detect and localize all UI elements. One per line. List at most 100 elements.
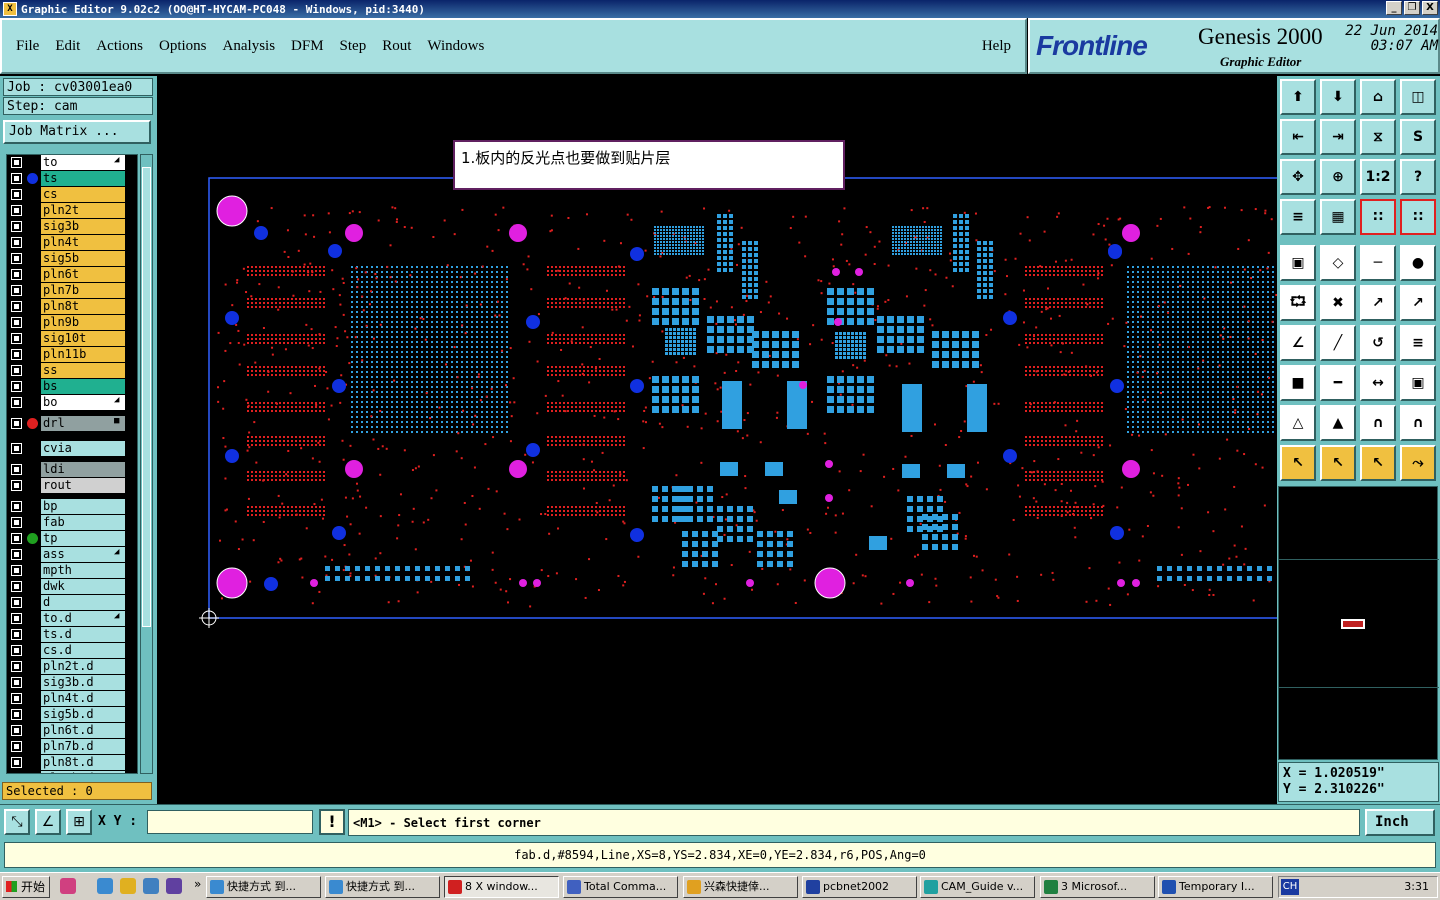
pointer-icon[interactable]: ↖ (1280, 445, 1316, 481)
copy-pad-icon[interactable]: ▣ (1400, 365, 1436, 401)
layer-row-pln9b[interactable]: pln9b (7, 315, 137, 330)
layer-checkbox[interactable] (11, 269, 22, 280)
layer-checkbox[interactable] (11, 237, 22, 248)
pad-add-icon[interactable]: ■ (1280, 365, 1316, 401)
layer-row-pln7b[interactable]: pln7b (7, 283, 137, 298)
center-icon[interactable]: ⊕ (1320, 159, 1356, 195)
layer-name[interactable]: pln7b (41, 283, 125, 298)
netlist-icon[interactable]: ∷ (1360, 199, 1396, 235)
layer-row-ldi[interactable]: ldi (7, 462, 137, 477)
triangle-fill-icon[interactable]: ▲ (1320, 405, 1356, 441)
layer-checkbox[interactable] (11, 443, 22, 454)
home-icon[interactable]: ⌂ (1360, 79, 1396, 115)
layer-name[interactable]: sig3b (41, 219, 125, 234)
layer-name[interactable]: ldi (41, 462, 125, 477)
layer-name[interactable]: sig3b.d (41, 675, 125, 690)
layer-checkbox[interactable] (11, 533, 22, 544)
start-button[interactable]: 开始 (2, 876, 50, 898)
layer-row-ts[interactable]: ts (7, 171, 137, 186)
layer-row-bp[interactable]: bp (7, 499, 137, 514)
layer-row-mpth[interactable]: mpth (7, 563, 137, 578)
mirror-icon[interactable]: ⧖ (1360, 119, 1396, 155)
taskbar-item[interactable]: 快捷方式 到... (325, 876, 440, 898)
maximize-button[interactable]: ❐ (1404, 1, 1420, 15)
menu-edit[interactable]: Edit (55, 38, 80, 55)
menu-windows[interactable]: Windows (427, 38, 484, 55)
layer-row-tp[interactable]: tp (7, 531, 137, 546)
layer-checkbox[interactable] (11, 741, 22, 752)
layer-checkbox[interactable] (11, 549, 22, 560)
layer-name[interactable]: fab (41, 515, 125, 530)
layer-checkbox[interactable] (11, 418, 22, 429)
layer-name[interactable]: cs.d (41, 643, 125, 658)
layer-row-bs[interactable]: bs (7, 379, 137, 394)
layer-checkbox[interactable] (11, 317, 22, 328)
layer-checkbox[interactable] (11, 333, 22, 344)
layer-row-ts-d[interactable]: ts.d (7, 627, 137, 642)
layer-checkbox[interactable] (11, 677, 22, 688)
window-split-icon[interactable]: ◫ (1400, 79, 1436, 115)
angle-icon[interactable]: ∠ (1280, 325, 1316, 361)
layer-name[interactable]: tp (41, 531, 125, 546)
taskbar-item[interactable]: 8 X window... (444, 876, 559, 898)
layer-checkbox[interactable] (11, 365, 22, 376)
layer-name[interactable]: sig5b (41, 251, 125, 266)
x-icon[interactable] (166, 878, 182, 894)
taskbar-item[interactable]: 快捷方式 到... (206, 876, 321, 898)
layer-name[interactable]: ass (41, 547, 125, 562)
taskbar-item[interactable]: 兴森快捷倖... (683, 876, 798, 898)
layer-name[interactable]: sig10t (41, 331, 125, 346)
layer-checkbox[interactable] (11, 709, 22, 720)
layer-row-sig3b-d[interactable]: sig3b.d (7, 675, 137, 690)
layer-row-pln4t-d[interactable]: pln4t.d (7, 691, 137, 706)
browser-icon[interactable] (143, 878, 159, 894)
layer-row-pln4t[interactable]: pln4t (7, 235, 137, 250)
layer-name[interactable]: to.d (41, 611, 125, 626)
export-icon[interactable]: ⇥ (1320, 119, 1356, 155)
layer-row-pln2t[interactable]: pln2t (7, 203, 137, 218)
layer-row-cvia[interactable]: cvia (7, 441, 137, 456)
snapshot-icon[interactable]: ▣ (1280, 245, 1316, 281)
layer-name[interactable]: to (41, 155, 125, 170)
taskbar-item[interactable]: 3 Microsof... (1040, 876, 1155, 898)
pointer-select-icon[interactable]: ↖ (1360, 445, 1396, 481)
graphic-canvas[interactable]: 1.板内的反光点也要做到贴片层 (157, 76, 1277, 804)
layer-row-to[interactable]: to ◢ (7, 155, 137, 170)
menu-rout[interactable]: Rout (382, 38, 411, 55)
layer-row-pln8t-d[interactable]: pln8t.d (7, 755, 137, 770)
layer-checkbox[interactable] (11, 613, 22, 624)
flip-icon[interactable]: ≡ (1400, 325, 1436, 361)
netlist-alt-icon[interactable]: ∷ (1400, 199, 1436, 235)
layer-checkbox[interactable] (11, 501, 22, 512)
layer-row-sig5b[interactable]: sig5b (7, 251, 137, 266)
layer-name[interactable]: bo (41, 395, 125, 410)
pad-icon[interactable]: ● (1400, 245, 1436, 281)
arc-icon[interactable]: ↺ (1360, 325, 1396, 361)
layer-name[interactable]: pln2t.d (41, 659, 125, 674)
ruler-icon[interactable]: ≡ (1280, 199, 1316, 235)
chevron-icon[interactable]: » (194, 877, 201, 891)
layer-checkbox[interactable] (11, 565, 22, 576)
layer-name[interactable]: pln8t (41, 299, 125, 314)
layer-checkbox[interactable] (11, 157, 22, 168)
layer-name[interactable]: pln11b (41, 347, 125, 362)
layer-checkbox[interactable] (11, 301, 22, 312)
layer-row-ass[interactable]: ass ◢ (7, 547, 137, 562)
warning-button[interactable]: ! (319, 809, 345, 835)
layer-row-ss[interactable]: ss (7, 363, 137, 378)
layer-row-d[interactable]: d (7, 595, 137, 610)
layer-row-fab[interactable]: fab (7, 515, 137, 530)
resize-icon[interactable]: ↔ (1360, 365, 1396, 401)
menu-options[interactable]: Options (159, 38, 207, 55)
link-icon[interactable]: ↗ (1360, 285, 1396, 321)
triangle-icon[interactable]: △ (1280, 405, 1316, 441)
layer-checkbox[interactable] (11, 173, 22, 184)
layer-row-to-d[interactable]: to.d ◢ (7, 611, 137, 626)
menu-dfm[interactable]: DFM (291, 38, 324, 55)
layer-row-rout[interactable]: rout (7, 478, 137, 493)
layer-name[interactable]: pln4t.d (41, 691, 125, 706)
s-curve-icon[interactable]: S (1400, 119, 1436, 155)
taskbar-item[interactable]: pcbnet2002 (802, 876, 917, 898)
upload-icon[interactable]: ⬆ (1280, 79, 1316, 115)
layer-checkbox[interactable] (11, 464, 22, 475)
